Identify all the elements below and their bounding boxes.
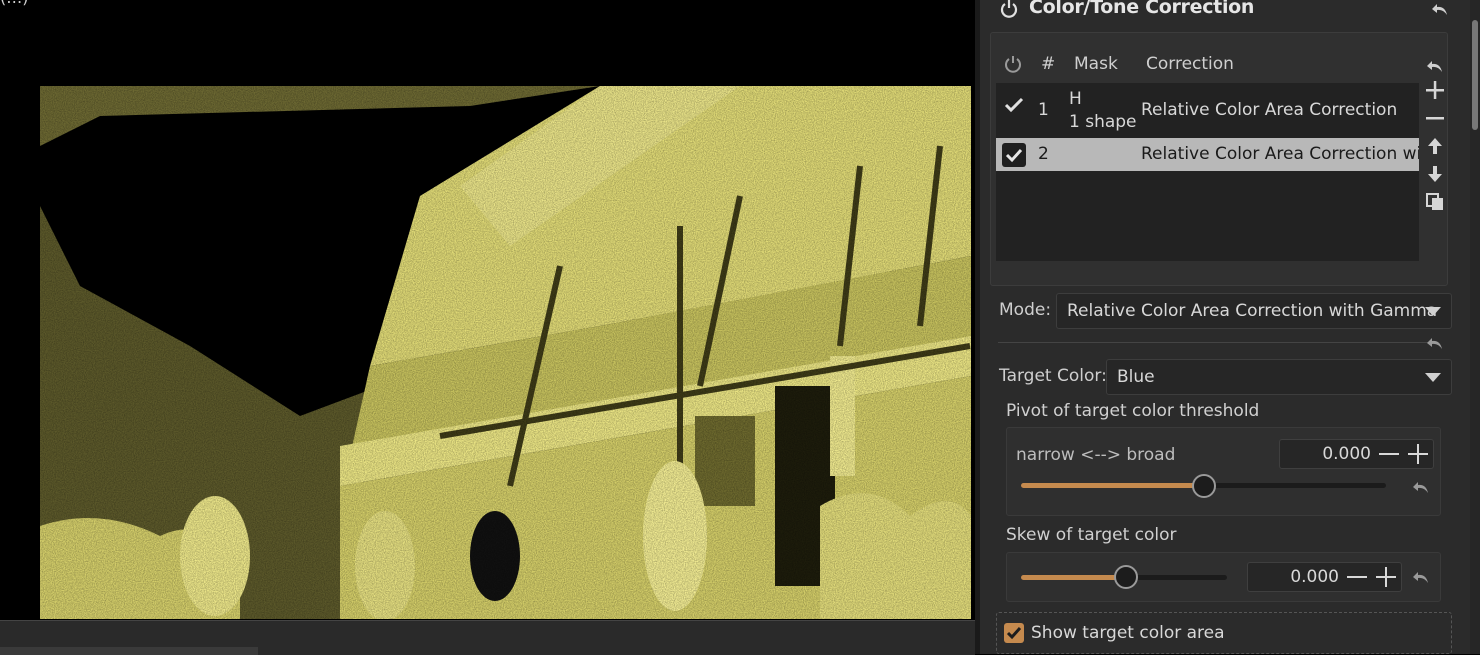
target-color-value: Blue — [1117, 367, 1155, 387]
skew-value: 0.000 — [1290, 567, 1339, 587]
pivot-title: Pivot of target color threshold — [1006, 401, 1260, 421]
viewer-title: (…) — [0, 0, 28, 7]
target-color-label: Target Color: — [999, 366, 1107, 386]
viewer-bottom-bar — [0, 620, 975, 655]
skew-spinbox[interactable]: 0.000 — [1247, 562, 1402, 592]
pivot-spinbox[interactable]: 0.000 — [1279, 439, 1434, 469]
list-item[interactable]: 1 H 1 shape Relative Color Area Correcti… — [996, 83, 1419, 137]
minus-icon[interactable] — [1379, 453, 1399, 455]
row-mask-shapes: 1 shape — [1069, 112, 1137, 132]
reset-icon[interactable] — [1412, 480, 1430, 494]
row-mask: H — [1069, 89, 1082, 109]
preview-image[interactable] — [40, 86, 971, 619]
tool-panel: Color/Tone Correction # Mask Correction … — [980, 0, 1480, 654]
target-color-dropdown[interactable]: Blue — [1106, 359, 1452, 395]
chevron-down-icon — [1425, 307, 1441, 316]
show-target-color-area[interactable]: Show target color area — [996, 612, 1452, 654]
column-correction: Correction — [1146, 54, 1234, 74]
separator — [998, 342, 1438, 343]
mode-dropdown[interactable]: Relative Color Area Correction with Gamm… — [1056, 293, 1452, 329]
move-up-icon[interactable] — [1423, 136, 1447, 160]
pivot-frame: narrow <--> broad 0.000 — [1006, 427, 1441, 516]
plus-icon-vertical — [1385, 567, 1387, 587]
copy-icon[interactable] — [1423, 192, 1447, 216]
pivot-slider-fill — [1021, 483, 1203, 488]
list-item-selected[interactable]: 2 Relative Color Area Correction with — [996, 138, 1419, 171]
list-area: 1 H 1 shape Relative Color Area Correcti… — [996, 83, 1419, 261]
skew-slider-fill — [1021, 575, 1124, 580]
remove-icon[interactable] — [1423, 108, 1447, 132]
reset-icon[interactable] — [1431, 2, 1449, 16]
show-target-checkbox[interactable] — [1004, 623, 1024, 643]
move-down-icon[interactable] — [1423, 164, 1447, 188]
checkbox-icon[interactable] — [1002, 143, 1026, 167]
row-correction: Relative Color Area Correction with — [1141, 144, 1419, 164]
add-icon[interactable] — [1423, 80, 1447, 104]
pivot-value: 0.000 — [1322, 444, 1371, 464]
column-index: # — [1041, 54, 1056, 74]
correction-list: # Mask Correction 1 H 1 shape Relative C… — [990, 32, 1448, 286]
reset-icon[interactable] — [1426, 336, 1444, 350]
power-icon[interactable] — [1000, 0, 1018, 18]
reset-icon[interactable] — [1423, 55, 1447, 79]
column-mask: Mask — [1074, 54, 1118, 74]
mode-value: Relative Color Area Correction with Gamm… — [1067, 301, 1438, 321]
skew-slider-handle[interactable] — [1114, 565, 1138, 589]
minus-icon[interactable] — [1347, 576, 1367, 578]
plus-icon-vertical — [1417, 444, 1419, 464]
reset-icon[interactable] — [1412, 570, 1430, 584]
check-icon[interactable] — [1004, 97, 1024, 118]
power-icon[interactable] — [1004, 55, 1022, 78]
row-correction: Relative Color Area Correction — [1141, 100, 1398, 120]
panel-scrollbar-thumb[interactable] — [1472, 20, 1478, 130]
list-header: # Mask Correction — [991, 51, 1431, 81]
pivot-slider-label: narrow <--> broad — [1016, 445, 1176, 465]
pivot-slider-handle[interactable] — [1192, 474, 1216, 498]
row-index: 1 — [1038, 100, 1049, 120]
skew-frame: 0.000 — [1006, 552, 1441, 602]
mode-label: Mode: — [999, 300, 1052, 320]
chevron-down-icon — [1425, 373, 1441, 382]
row-index: 2 — [1038, 144, 1049, 164]
panel-title[interactable]: Color/Tone Correction — [1029, 0, 1254, 18]
image-viewer: (…) — [0, 0, 975, 655]
skew-title: Skew of target color — [1006, 525, 1177, 545]
show-target-label: Show target color area — [1031, 623, 1225, 643]
panel-scrollbar[interactable] — [1470, 0, 1480, 654]
